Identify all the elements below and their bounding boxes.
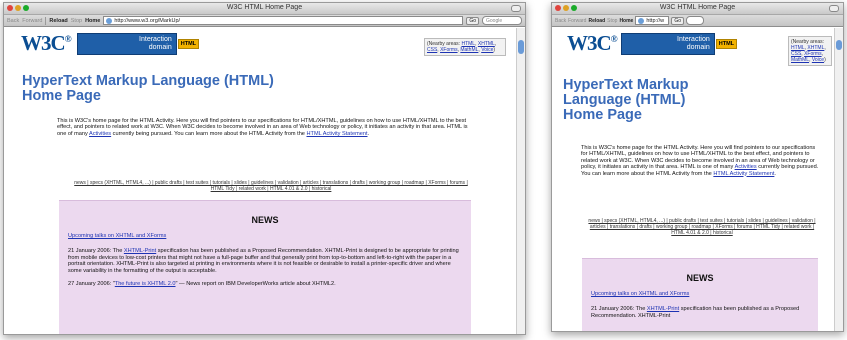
nearby-link-voice[interactable]: Voice [812, 57, 824, 63]
activities-link[interactable]: Activities [89, 131, 111, 137]
forward-button[interactable]: Forward [22, 18, 42, 24]
news-item: 21 January 2006: The XHTML-Print specifi… [68, 248, 459, 274]
search-field[interactable]: Google [482, 16, 522, 25]
go-button[interactable]: Go [671, 16, 685, 25]
address-bar[interactable]: http://w [635, 16, 670, 25]
w3c-logo[interactable]: W3C® [21, 31, 72, 56]
intro-paragraph: This is W3C's home page for the HTML Act… [581, 145, 819, 177]
browser-window-large: W3C HTML Home Page Back Forward Reload S… [3, 2, 526, 335]
section-nav-links[interactable]: news | specs (XHTML, HTML4, ...) | publi… [70, 180, 472, 192]
search-engine-label: Google [486, 17, 503, 24]
browser-window-narrow: W3C HTML Home Page Back Forward Reload S… [551, 2, 844, 332]
upcoming-talks-link[interactable]: Upcoming talks on XHTML and XForms [68, 233, 166, 239]
news-section: NEWS Upcoming talks on XHTML and XForms … [59, 200, 471, 334]
interaction-domain-badge[interactable]: Interaction domain [76, 32, 177, 55]
window-title: W3C HTML Home Page [226, 4, 303, 11]
nearby-link-voice[interactable]: Voice [481, 47, 493, 53]
activity-statement-link[interactable]: HTML Activity Statement [713, 171, 774, 177]
activities-link[interactable]: Activities [735, 164, 757, 170]
globe-icon [638, 17, 645, 24]
back-button[interactable]: Back [555, 18, 566, 24]
nearby-link-css[interactable]: CSS [427, 47, 437, 53]
news-heading: NEWS [686, 273, 714, 283]
page-title: HyperText Markup Language (HTML) Home Pa… [563, 77, 689, 123]
vertical-scrollbar[interactable] [834, 28, 843, 331]
news-item: 21 January 2006: The XHTML-Print specifi… [591, 306, 800, 319]
address-bar[interactable]: http://www.w3.org/MarkUp/ [103, 16, 464, 25]
search-field[interactable] [686, 16, 705, 25]
page-content: W3C® Interaction domain HTML (Nearby are… [4, 28, 516, 334]
nearby-link-mathml[interactable]: MathML [460, 47, 478, 53]
url-text: http://w [646, 17, 665, 24]
globe-icon [106, 17, 113, 24]
w3c-banner: W3C® Interaction domain HTML [567, 31, 738, 56]
news-heading: NEWS [251, 215, 279, 225]
title-bar[interactable]: W3C HTML Home Page [552, 3, 843, 15]
page-content: W3C® Interaction domain HTML (Nearby are… [552, 28, 834, 331]
browser-toolbar: Back Forward Reload Stop Home http://w G… [552, 15, 843, 27]
nearby-link-xforms[interactable]: XForms [440, 47, 458, 53]
toolbar-toggle-button[interactable] [829, 5, 839, 12]
forward-button[interactable]: Forward [568, 18, 586, 24]
title-bar[interactable]: W3C HTML Home Page [4, 3, 525, 15]
activity-statement-link[interactable]: HTML Activity Statement [306, 131, 367, 137]
back-button[interactable]: Back [7, 18, 19, 24]
section-nav-links[interactable]: news | specs (XHTML, HTML4, ...) | publi… [588, 218, 816, 236]
future-xhtml2-link[interactable]: The future is XHTML 2.0 [115, 281, 176, 287]
page-title: HyperText Markup Language (HTML) Home Pa… [22, 73, 274, 104]
news-section: NEWS Upcoming talks on XHTML and XForms … [582, 258, 818, 331]
toolbar-divider [45, 16, 47, 25]
toolbar-toggle-button[interactable] [511, 5, 521, 12]
interaction-domain-badge[interactable]: Interaction domain [620, 32, 715, 55]
stop-button[interactable]: Stop [607, 18, 617, 24]
html-tag-badge: HTML [177, 38, 200, 49]
scrollbar-thumb[interactable] [518, 40, 524, 54]
scrollbar-thumb[interactable] [836, 40, 842, 50]
intro-paragraph: This is W3C's home page for the HTML Act… [57, 118, 468, 137]
html-tag-badge: HTML [715, 38, 738, 49]
reload-button[interactable]: Reload [49, 18, 67, 24]
nearby-link-mathml[interactable]: MathML [791, 57, 809, 63]
url-text: http://www.w3.org/MarkUp/ [114, 17, 181, 24]
browser-toolbar: Back Forward Reload Stop Home http://www… [4, 15, 525, 27]
xhtml-print-link[interactable]: XHTML-Print [647, 306, 679, 312]
nearby-areas-box: (Nearby areas: HTML, XHTML, CSS, XForms,… [788, 36, 832, 66]
w3c-logo[interactable]: W3C® [567, 31, 618, 56]
stop-button[interactable]: Stop [71, 18, 82, 24]
window-title: W3C HTML Home Page [659, 4, 736, 11]
nearby-areas-box: (Nearby areas: HTML, XHTML, CSS, XForms,… [424, 38, 506, 56]
xhtml-print-link[interactable]: XHTML-Print [124, 248, 156, 254]
upcoming-talks-link[interactable]: Upcoming talks on XHTML and XForms [591, 291, 689, 297]
home-button[interactable]: Home [85, 18, 100, 24]
vertical-scrollbar[interactable] [516, 28, 525, 334]
w3c-banner: W3C® Interaction domain HTML [21, 31, 200, 56]
reload-button[interactable]: Reload [588, 18, 605, 24]
news-item: 27 January 2006: "The future is XHTML 2.… [68, 281, 336, 288]
home-button[interactable]: Home [619, 18, 633, 24]
go-button[interactable]: Go [466, 16, 479, 25]
